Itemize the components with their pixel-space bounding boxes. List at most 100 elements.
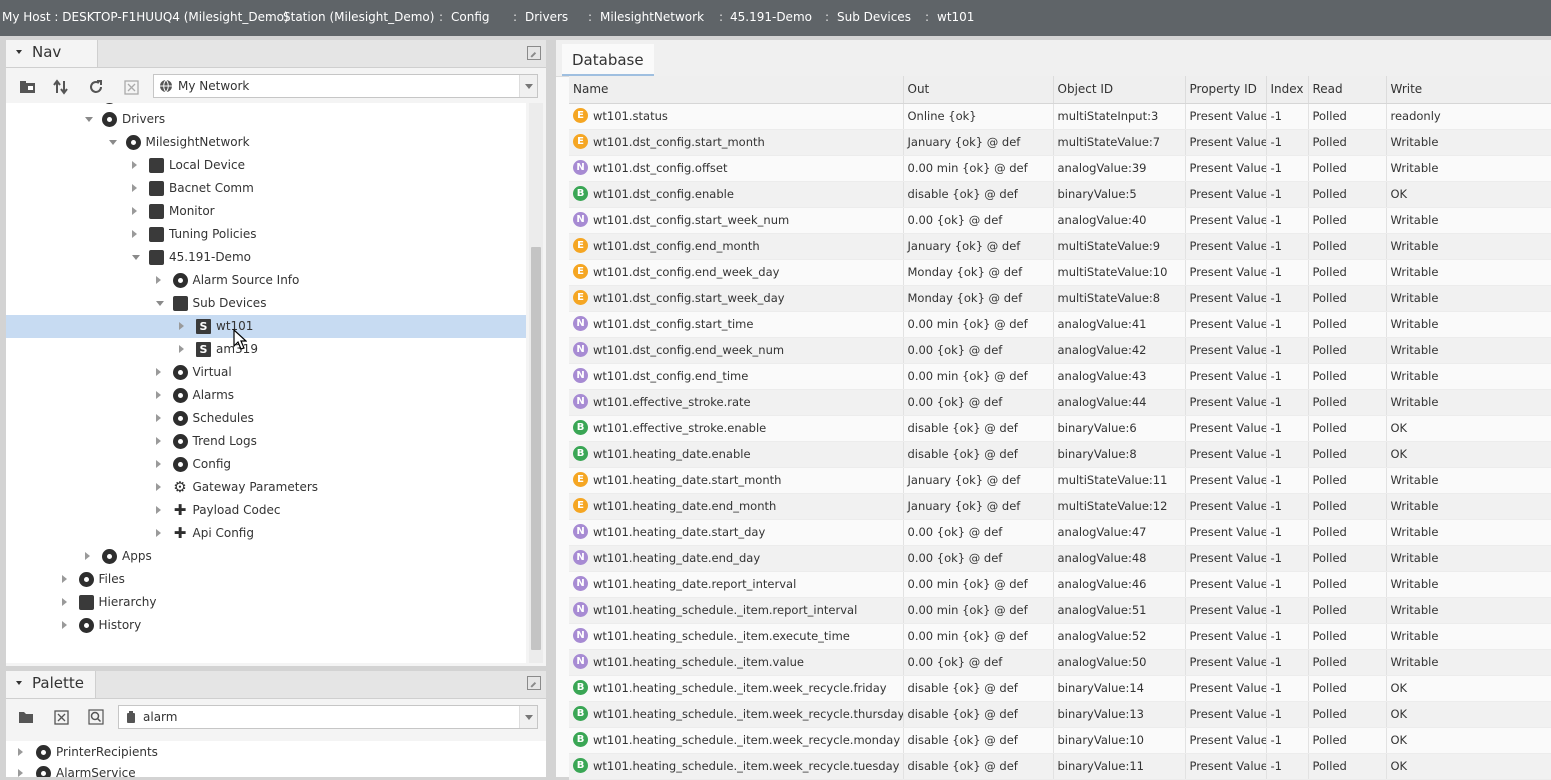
collapsed-caret-icon[interactable]: [85, 552, 90, 560]
collapsed-caret-icon[interactable]: [155, 506, 161, 514]
new-folder-button[interactable]: [16, 77, 38, 97]
tree-item-payload-codec[interactable]: ✚ Payload Codec: [6, 499, 526, 522]
collapsed-caret-icon[interactable]: [132, 184, 137, 192]
tree-item-schedules[interactable]: Schedules: [6, 407, 526, 430]
table-row[interactable]: Bwt101.dst_config.enable disable {ok} @ d…: [569, 181, 1551, 208]
palette-item-printerrecipients[interactable]: PrinterRecipients: [6, 741, 546, 764]
collapsed-caret-icon[interactable]: [61, 598, 67, 606]
table-row[interactable]: Nwt101.dst_config.end_week_num 0.00 {ok} …: [569, 337, 1551, 364]
breadcrumb-item-station[interactable]: Station (Milesight_Demo): [283, 0, 434, 36]
palette-search-field[interactable]: alarm: [118, 705, 538, 729]
collapsed-caret-icon[interactable]: [132, 230, 137, 238]
collapsed-caret-icon[interactable]: [18, 769, 23, 777]
collapsed-caret-icon[interactable]: [179, 322, 184, 330]
breadcrumb-item-sub-devices[interactable]: Sub Devices: [837, 0, 911, 36]
tree-item-api-config[interactable]: ✚ Api Config: [6, 522, 526, 545]
table-row[interactable]: Nwt101.dst_config.end_time 0.00 min {ok} …: [569, 363, 1551, 390]
tree-item-files[interactable]: Files: [6, 568, 526, 591]
breadcrumb-item-wt101[interactable]: wt101: [937, 0, 974, 36]
breadcrumb-item-drivers[interactable]: Drivers: [525, 0, 568, 36]
refresh-button[interactable]: [85, 77, 107, 97]
column-header-read[interactable]: Read: [1308, 76, 1387, 104]
table-row[interactable]: Ewt101.dst_config.end_week_day Monday {ok…: [569, 259, 1551, 286]
tree-item-tuning-policies[interactable]: Tuning Policies: [6, 223, 526, 246]
table-row[interactable]: Nwt101.heating_date.start_day 0.00 {ok} @…: [569, 519, 1551, 546]
collapsed-caret-icon[interactable]: [61, 575, 67, 583]
tree-item-45-191-demo[interactable]: 45.191-Demo: [6, 246, 526, 269]
tree-item-bacnet-comm[interactable]: Bacnet Comm: [6, 177, 526, 200]
close-button[interactable]: [120, 77, 142, 97]
table-row[interactable]: Bwt101.heating_schedule._item.week_recyc…: [569, 727, 1551, 754]
tree-item-history[interactable]: History: [6, 614, 526, 637]
tree-item-alarm-source-info[interactable]: Alarm Source Info: [6, 269, 526, 292]
maximize-icon[interactable]: [527, 676, 541, 690]
table-row[interactable]: Nwt101.heating_schedule._item.report_int…: [569, 597, 1551, 624]
breadcrumb-item-device[interactable]: 45.191-Demo: [730, 0, 812, 36]
nav-scrollbar-thumb[interactable]: [531, 247, 541, 650]
collapsed-caret-icon[interactable]: [155, 437, 161, 445]
collapsed-caret-icon[interactable]: [132, 207, 137, 215]
collapsed-caret-icon[interactable]: [61, 621, 67, 629]
table-row[interactable]: Bwt101.heating_schedule._item.week_recyc…: [569, 701, 1551, 728]
tree-item-wt101[interactable]: Swt101: [6, 315, 526, 338]
tree-item-trend-logs[interactable]: Trend Logs: [6, 430, 526, 453]
maximize-icon[interactable]: [527, 46, 541, 60]
expanded-caret-icon[interactable]: [85, 117, 93, 122]
expanded-caret-icon[interactable]: [132, 255, 140, 260]
collapse-caret-icon[interactable]: [16, 50, 22, 54]
tree-item-hierarchy[interactable]: Hierarchy: [6, 591, 526, 614]
column-header-name[interactable]: Name: [569, 76, 904, 104]
breadcrumb-item-milesightnetwork[interactable]: MilesightNetwork: [600, 0, 704, 36]
collapsed-caret-icon[interactable]: [155, 414, 161, 422]
collapsed-caret-icon[interactable]: [132, 161, 137, 169]
column-header-object-id[interactable]: Object ID: [1053, 76, 1186, 104]
collapsed-caret-icon[interactable]: [155, 368, 161, 376]
table-row[interactable]: Ewt101.heating_date.end_month January {ok…: [569, 493, 1551, 520]
tree-item-am319[interactable]: Sam319: [6, 338, 526, 361]
nav-tab[interactable]: Nav: [6, 40, 98, 67]
table-row[interactable]: Nwt101.heating_date.end_day 0.00 {ok} @ d…: [569, 545, 1551, 572]
table-row[interactable]: Bwt101.heating_date.enable disable {ok} @…: [569, 441, 1551, 468]
find-palette-button[interactable]: [85, 707, 107, 727]
table-row[interactable]: Ewt101.dst_config.start_week_day Monday {…: [569, 285, 1551, 312]
dropdown-arrow-icon[interactable]: [519, 75, 537, 97]
close-palette-button[interactable]: [50, 707, 72, 727]
table-row[interactable]: Nwt101.heating_schedule._item.value 0.00 …: [569, 649, 1551, 676]
collapsed-caret-icon[interactable]: [179, 345, 184, 353]
tree-item-apps[interactable]: Apps: [6, 545, 526, 568]
palette-item-alarmservice[interactable]: AlarmService: [6, 762, 546, 777]
table-row[interactable]: Nwt101.dst_config.offset 0.00 min {ok} @ …: [569, 155, 1551, 182]
table-row[interactable]: Ewt101.dst_config.end_month January {ok} …: [569, 233, 1551, 260]
tree-item-sub-devices[interactable]: Sub Devices: [6, 292, 526, 315]
expanded-caret-icon[interactable]: [108, 140, 117, 145]
collapsed-caret-icon[interactable]: [155, 483, 161, 491]
expanded-caret-icon[interactable]: [155, 301, 164, 306]
open-palette-button[interactable]: [15, 707, 37, 727]
column-header-out[interactable]: Out: [903, 76, 1054, 104]
table-row[interactable]: Bwt101.effective_stroke.enable disable {o…: [569, 415, 1551, 442]
collapse-caret-icon[interactable]: [16, 681, 22, 685]
collapsed-caret-icon[interactable]: [18, 748, 23, 756]
table-row[interactable]: Nwt101.effective_stroke.rate 0.00 {ok} @ …: [569, 389, 1551, 416]
dropdown-arrow-icon[interactable]: [519, 706, 537, 728]
database-tab[interactable]: Database: [562, 44, 654, 76]
breadcrumb-item-config[interactable]: Config: [451, 0, 490, 36]
tree-item-config[interactable]: Config: [6, 453, 526, 476]
table-row[interactable]: Bwt101.heating_schedule._item.week_recyc…: [569, 675, 1551, 702]
tree-item-gateway-parameters[interactable]: ⚙ Gateway Parameters: [6, 476, 526, 499]
table-row[interactable]: Nwt101.heating_schedule._item.execute_ti…: [569, 623, 1551, 650]
table-row[interactable]: Ewt101.heating_date.start_month January {…: [569, 467, 1551, 494]
column-header-property-id[interactable]: Property ID: [1185, 76, 1267, 104]
collapsed-caret-icon[interactable]: [155, 529, 161, 537]
sort-button[interactable]: [50, 77, 72, 97]
table-row[interactable]: Ewt101.dst_config.start_month January {ok…: [569, 129, 1551, 156]
table-row[interactable]: Bwt101.heating_schedule._item.week_recyc…: [569, 753, 1551, 780]
table-row[interactable]: Nwt101.dst_config.start_week_num 0.00 {ok…: [569, 207, 1551, 234]
table-row[interactable]: Ewt101.status Online {ok} multiStateInput:…: [569, 103, 1551, 130]
column-header-index[interactable]: Index: [1266, 76, 1309, 104]
tree-item-local-device[interactable]: Local Device: [6, 154, 526, 177]
column-header-write[interactable]: Write: [1386, 76, 1551, 104]
table-row[interactable]: Nwt101.heating_date.report_interval 0.00 …: [569, 571, 1551, 598]
table-row[interactable]: Nwt101.dst_config.start_time 0.00 min {ok…: [569, 311, 1551, 338]
tree-item-alarms[interactable]: Alarms: [6, 384, 526, 407]
